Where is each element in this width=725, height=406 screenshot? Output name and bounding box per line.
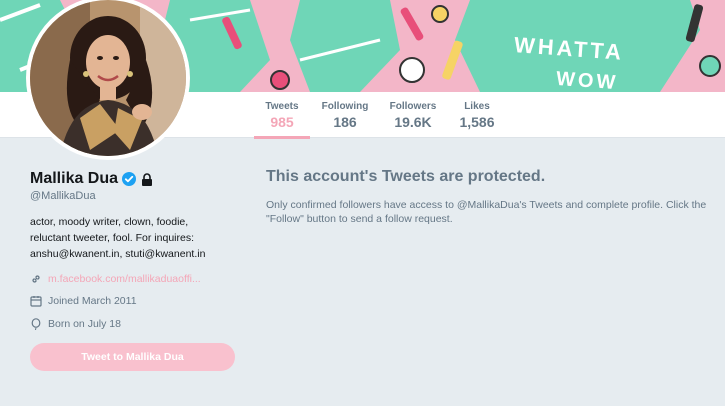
nav-following[interactable]: Following 186 [316, 92, 374, 138]
avatar-photo [30, 0, 186, 156]
tweet-to-button[interactable]: Tweet to Mallika Dua [30, 343, 235, 371]
profile-name-row: Mallika Dua [30, 170, 153, 188]
profile-joined-text: Joined March 2011 [48, 295, 137, 307]
profile-bio: actor, moody writer, clown, foodie, relu… [30, 216, 206, 260]
nav-likes-count: 1,586 [459, 114, 495, 130]
profile-birthday: Born on July 18 [30, 318, 121, 330]
nav-likes-label: Likes [464, 101, 490, 112]
profile-name[interactable]: Mallika Dua [30, 170, 118, 188]
nav-tweets-count: 985 [270, 114, 294, 130]
protected-description: Only confirmed followers have access to … [266, 199, 707, 225]
banner-text-line2: WOW [555, 67, 620, 92]
profile-handle[interactable]: @MallikaDua [30, 190, 96, 202]
nav-followers-count: 19.6K [394, 114, 432, 130]
verified-icon [122, 172, 137, 186]
protected-title: This account's Tweets are protected. [266, 168, 546, 185]
profile-avatar[interactable] [26, 0, 190, 160]
profile-birthday-text: Born on July 18 [48, 318, 121, 330]
nav-following-label: Following [321, 101, 369, 112]
profile-website-link[interactable]: m.facebook.com/mallikaduaoffi... [48, 273, 201, 285]
nav-following-count: 186 [333, 114, 357, 130]
nav-tweets-label: Tweets [265, 101, 299, 112]
nav-likes[interactable]: Likes 1,586 [450, 92, 504, 138]
balloon-icon [31, 318, 41, 330]
nav-followers[interactable]: Followers 19.6K [384, 92, 442, 138]
link-icon [32, 275, 40, 283]
profile-joined: Joined March 2011 [30, 295, 137, 307]
calendar-icon [30, 296, 42, 307]
profile-website[interactable]: m.facebook.com/mallikaduaoffi... [30, 273, 201, 285]
nav-tweets[interactable]: Tweets 985 [254, 92, 310, 139]
lock-icon [142, 172, 153, 186]
nav-followers-label: Followers [389, 101, 437, 112]
